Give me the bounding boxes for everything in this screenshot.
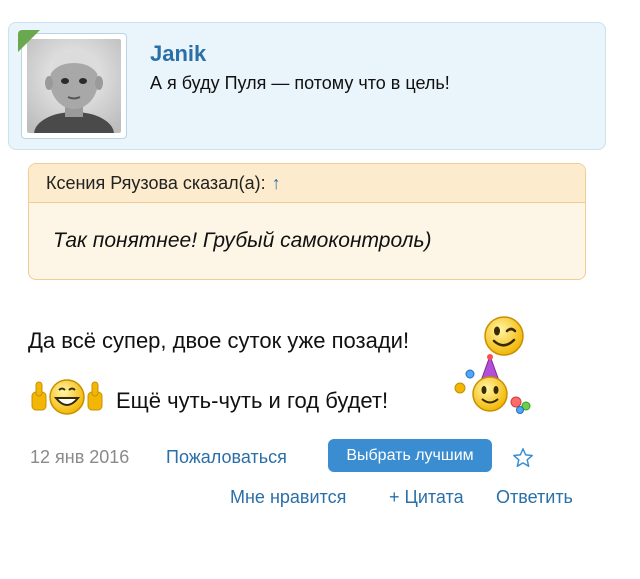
author-name[interactable]: Janik (150, 41, 206, 67)
star-icon[interactable] (512, 447, 534, 469)
thumbs-up-smiley-icon (31, 379, 103, 415)
quote-author: Ксения Ряузова сказал(а): (46, 173, 266, 193)
reply-link[interactable]: Ответить (496, 487, 573, 508)
author-status: А я буду Пуля — потому что в цель! (150, 73, 450, 93)
avatar-photo (27, 39, 121, 133)
post-date: 12 янв 2016 (30, 447, 130, 467)
message-line-1: Да всё супер, двое суток уже позади! (28, 328, 410, 353)
online-badge-icon (18, 30, 40, 52)
wink-smiley-icon (484, 316, 524, 356)
quote-header: Ксения Ряузова сказал(а): ↑ (29, 164, 585, 203)
like-link[interactable]: Мне нравится (230, 487, 346, 508)
quote-link[interactable]: + Цитата (389, 487, 464, 508)
choose-best-button[interactable]: Выбрать лучшим (328, 439, 492, 472)
quote-source-arrow-icon[interactable]: ↑ (272, 173, 281, 193)
quote-text: Так понятнее! Грубый самоконтроль) (53, 229, 432, 252)
report-link[interactable]: Пожаловаться (166, 447, 287, 468)
quote-block: Ксения Ряузова сказал(а): ↑ Так понятнее!… (28, 163, 586, 280)
party-smiley-icon (454, 354, 531, 414)
author-card: Janik А я буду Пуля — потому что в цель! (8, 22, 606, 150)
message-line-2: Ещё чуть-чуть и год будет! (116, 388, 389, 413)
